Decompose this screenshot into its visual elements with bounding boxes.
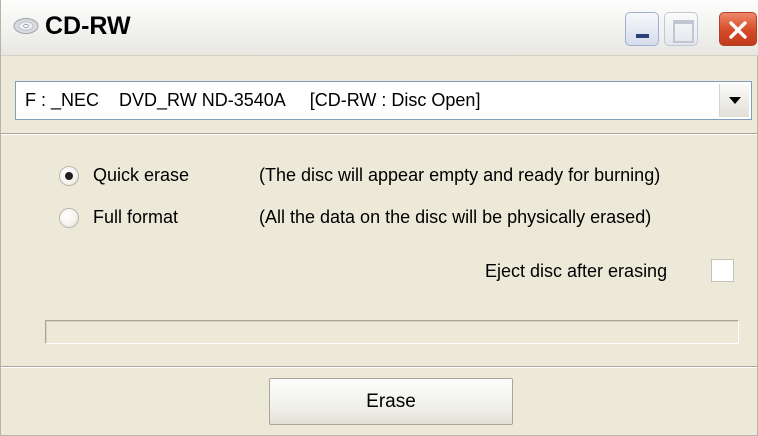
erase-dialog-window: CD-RW F : _NEC DVD_RW ND-3540A [CD-RW : …: [0, 0, 758, 436]
close-button[interactable]: [719, 12, 757, 46]
quick-erase-description: (The disc will appear empty and ready fo…: [259, 165, 661, 185]
title-bar[interactable]: CD-RW: [1, 0, 758, 56]
drive-selected-value: F : _NEC DVD_RW ND-3540A [CD-RW : Disc O…: [25, 90, 481, 110]
dropdown-arrow-button[interactable]: [719, 84, 749, 117]
full-format-radio[interactable]: [59, 208, 79, 228]
erase-progress-bar: [45, 320, 739, 344]
eject-checkbox-label[interactable]: Eject disc after erasing: [485, 261, 667, 282]
close-icon: [729, 21, 747, 39]
divider: [1, 133, 757, 135]
eject-checkbox[interactable]: [711, 259, 734, 282]
divider: [1, 366, 757, 368]
drive-dropdown[interactable]: F : _NEC DVD_RW ND-3540A [CD-RW : Disc O…: [15, 81, 752, 120]
minimize-button[interactable]: [625, 12, 659, 46]
erase-button[interactable]: Erase: [269, 378, 513, 425]
quick-erase-label[interactable]: Quick erase: [93, 165, 189, 186]
maximize-button[interactable]: [664, 12, 698, 46]
window-title: CD-RW: [45, 12, 131, 40]
full-format-label[interactable]: Full format: [93, 207, 178, 228]
full-format-description: (All the data on the disc will be physic…: [259, 207, 652, 227]
quick-erase-radio[interactable]: [59, 166, 79, 186]
disc-icon: [13, 18, 39, 34]
